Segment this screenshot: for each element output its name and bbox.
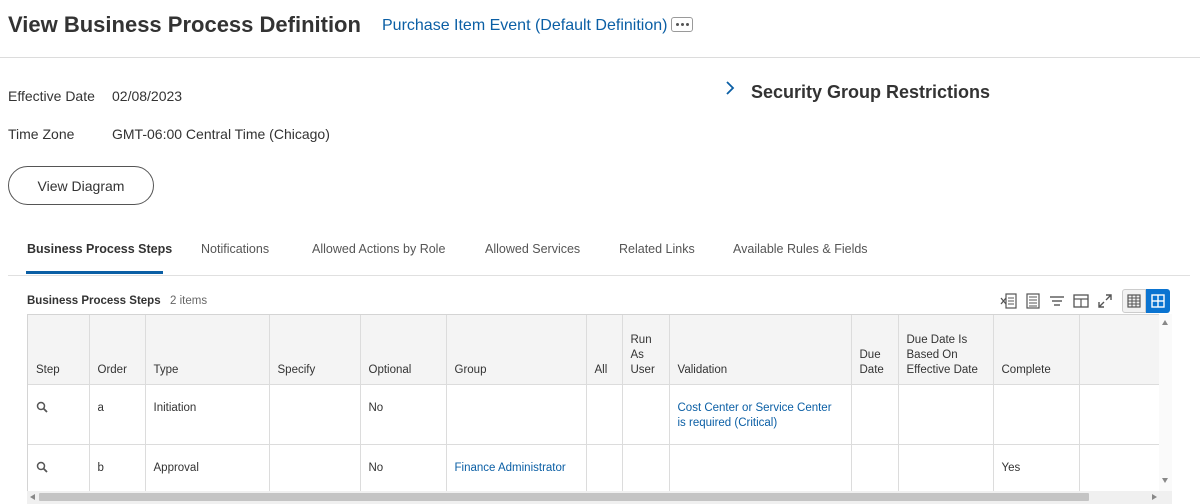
column-header-type[interactable]: Type [145,315,270,385]
scroll-left-arrow-icon[interactable] [30,494,35,500]
chevron-right-icon[interactable] [722,80,738,96]
run-as-user-cell [622,384,670,445]
extra-cell [1079,384,1162,445]
grid-toolbar [998,289,1170,313]
export-excel-icon[interactable] [998,290,1020,312]
due-date-cell [851,384,899,445]
table-view-icon [1151,294,1165,308]
grid-title: Business Process Steps [27,295,161,307]
grid-view-toggle[interactable] [1122,289,1146,313]
scroll-up-arrow-icon[interactable] [1162,320,1168,325]
column-header-step[interactable]: Step [28,315,90,385]
security-group-restrictions-title[interactable]: Security Group Restrictions [751,82,990,103]
page-title: View Business Process Definition [8,12,361,37]
more-dots-icon [675,23,679,26]
time-zone-value: GMT-06:00 Central Time (Chicago) [112,126,330,142]
page-header: View Business Process Definition Purchas… [0,0,1200,58]
column-header-specify[interactable]: Specify [269,315,361,385]
filter-icon[interactable] [1046,290,1068,312]
column-header-optional[interactable]: Optional [360,315,447,385]
order-cell: a [89,384,146,445]
fullscreen-icon[interactable] [1094,290,1116,312]
optional-cell: No [360,384,447,445]
column-header-order[interactable]: Order [89,315,146,385]
grid-view-icon [1127,294,1141,308]
type-cell: Initiation [145,384,270,445]
step-cell[interactable] [28,384,90,445]
column-header-validation[interactable]: Validation [669,315,852,385]
business-process-link[interactable]: Purchase Item Event (Default Definition) [382,17,667,35]
scroll-down-arrow-icon[interactable] [1162,478,1168,483]
business-process-steps-grid: Step Order Type Specify Optional Group A… [27,314,1172,504]
magnifier-icon[interactable] [36,401,48,413]
effective-date-value: 02/08/2023 [112,88,183,104]
specify-cell [269,384,361,445]
tab-related-links[interactable]: Related Links [619,242,695,256]
column-chooser-icon[interactable] [1070,290,1092,312]
tab-allowed-services[interactable]: Allowed Services [485,242,580,256]
due-date-based-cell [898,384,994,445]
table-view-toggle[interactable] [1146,289,1170,313]
tab-business-process-steps[interactable]: Business Process Steps [27,242,172,256]
column-header-run-as-user[interactable]: Run As User [622,315,670,385]
column-header-due-date[interactable]: Due Date [851,315,899,385]
export-pdf-icon[interactable] [1022,290,1044,312]
effective-date-label: Effective Date [8,88,95,104]
all-cell [586,384,623,445]
grid-item-count: 2 items [170,295,208,307]
column-header-all[interactable]: All [586,315,623,385]
vertical-scrollbar[interactable] [1159,314,1172,491]
tab-notifications[interactable]: Notifications [201,242,269,256]
table-row: a Initiation No Cost Center or Service C… [28,384,1162,445]
complete-cell [993,384,1080,445]
validation-link[interactable]: Cost Center or Service Center is require… [669,384,852,445]
active-tab-indicator [26,271,163,274]
column-header-extra [1079,315,1162,385]
tab-allowed-actions-by-role[interactable]: Allowed Actions by Role [312,242,445,256]
group-cell [446,384,587,445]
tab-available-rules-fields[interactable]: Available Rules & Fields [733,242,868,256]
table-header-row: Step Order Type Specify Optional Group A… [28,315,1162,385]
time-zone-label: Time Zone [8,126,75,142]
column-header-due-date-based[interactable]: Due Date Is Based On Effective Date [898,315,994,385]
view-diagram-button[interactable]: View Diagram [8,166,154,205]
related-actions-button[interactable] [671,17,693,32]
column-header-group[interactable]: Group [446,315,587,385]
magnifier-icon[interactable] [36,461,48,473]
horizontal-scroll-thumb[interactable] [39,493,1089,501]
tab-bar: Business Process Steps Notifications All… [8,228,1190,276]
horizontal-scrollbar[interactable] [27,491,1172,504]
column-header-complete[interactable]: Complete [993,315,1080,385]
scroll-right-arrow-icon[interactable] [1152,494,1157,500]
